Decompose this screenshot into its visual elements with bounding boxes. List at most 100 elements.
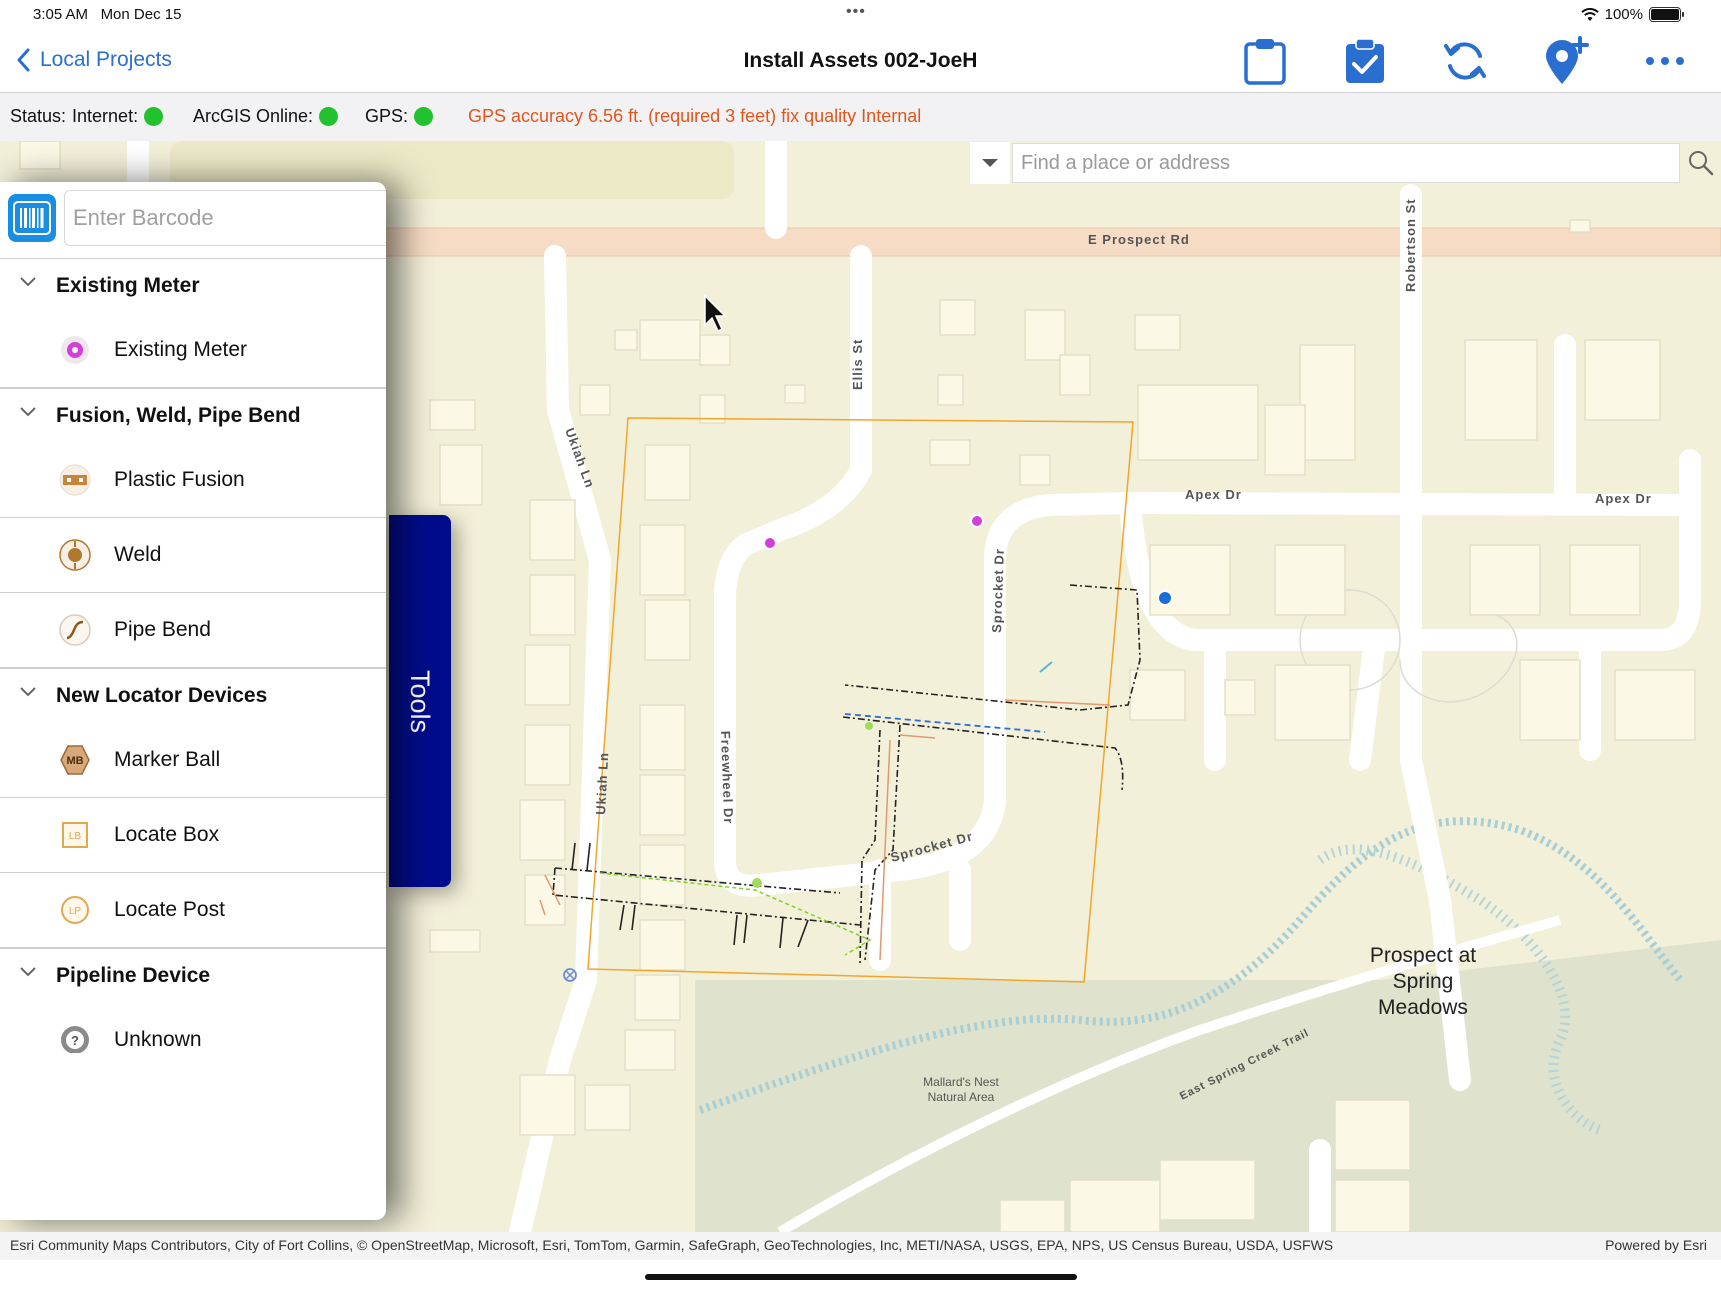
list-item-existing-meter[interactable]: Existing Meter xyxy=(0,313,386,388)
list-item-locate-box[interactable]: LB Locate Box xyxy=(0,798,386,873)
list-item-locate-post[interactable]: LP Locate Post xyxy=(0,873,386,948)
fitting-point[interactable] xyxy=(865,722,873,730)
meter-point[interactable] xyxy=(970,514,984,528)
marker-ball-icon: MB xyxy=(60,745,90,775)
gps-label: GPS: xyxy=(365,106,409,126)
proposed-line xyxy=(844,713,1046,733)
map-attribution: Esri Community Maps Contributors, City o… xyxy=(0,1232,1721,1260)
arcgis-indicator xyxy=(319,107,339,126)
item-label: Pipe Bend xyxy=(114,618,211,641)
section-fusion-weld[interactable]: Fusion, Weld, Pipe Bend xyxy=(0,388,386,444)
locate-post-badge: LP xyxy=(69,906,82,917)
place-label-1: Prospect at xyxy=(1370,944,1476,967)
sync-button[interactable] xyxy=(1438,36,1492,86)
item-label: Plastic Fusion xyxy=(114,468,245,491)
place-label-2: Spring xyxy=(1393,970,1454,993)
tools-label-wrap: Tools xyxy=(389,515,451,887)
tools-tab[interactable]: Tools xyxy=(389,515,451,887)
street-label-robertson: Robertson St xyxy=(1403,198,1418,292)
item-label: Marker Ball xyxy=(114,748,221,771)
barcode-input[interactable] xyxy=(64,190,386,246)
chevron-down-icon xyxy=(20,687,36,697)
tools-label: Tools xyxy=(405,669,436,733)
clipboard-button[interactable] xyxy=(1238,36,1292,86)
clipboard-icon xyxy=(1244,39,1286,85)
list-item-plastic-fusion[interactable]: Plastic Fusion xyxy=(0,443,386,518)
meter-icon xyxy=(61,336,89,364)
svg-text:?: ? xyxy=(71,1033,79,1048)
time-text: 3:05 AM xyxy=(33,6,89,23)
park-label-1: Mallard's Nest xyxy=(923,1075,999,1089)
section-pipeline-device[interactable]: Pipeline Device xyxy=(0,948,386,1004)
attribution-text: Esri Community Maps Contributors, City o… xyxy=(10,1237,1334,1253)
status-internet: Status: Internet: xyxy=(10,106,164,127)
locate-box-badge: LB xyxy=(69,831,82,842)
locate-post-icon: LP xyxy=(61,896,89,924)
sync-icon xyxy=(1444,42,1486,80)
wifi-icon xyxy=(1580,7,1599,21)
navigation-bar: Local Projects Install Assets 002-JoeH xyxy=(0,30,1721,93)
status-label: Status: xyxy=(10,106,67,126)
gps-location-dot xyxy=(1157,590,1173,606)
locate-box-icon: LB xyxy=(62,822,88,848)
item-label: Locate Post xyxy=(114,898,225,921)
place-label-3: Meadows xyxy=(1378,996,1468,1019)
more-button[interactable] xyxy=(1638,36,1692,86)
battery-icon xyxy=(1649,7,1684,22)
checklist-icon xyxy=(1346,38,1384,83)
search-button[interactable] xyxy=(1680,142,1721,184)
valve-point-mark xyxy=(565,970,575,980)
section-existing-meter[interactable]: Existing Meter xyxy=(0,258,386,314)
status-arcgis: ArcGIS Online: xyxy=(193,106,339,127)
item-label: Weld xyxy=(114,543,162,566)
home-indicator[interactable] xyxy=(645,1274,1077,1280)
section-title: Existing Meter xyxy=(56,274,200,297)
section-new-locator-devices[interactable]: New Locator Devices xyxy=(0,668,386,724)
search-icon xyxy=(1688,151,1713,176)
arcgis-label: ArcGIS Online: xyxy=(193,106,314,126)
barcode-scan-button[interactable] xyxy=(8,194,56,242)
powered-by[interactable]: Powered by Esri xyxy=(1605,1237,1707,1253)
section-title: Fusion, Weld, Pipe Bend xyxy=(56,404,301,427)
search-input[interactable] xyxy=(1012,143,1680,183)
item-label: Unknown xyxy=(114,1028,202,1051)
battery-percent: 100% xyxy=(1604,6,1643,23)
ios-status-bar: 3:05 AM Mon Dec 15 ••• 100% xyxy=(0,0,1721,30)
plastic-fusion-icon xyxy=(59,464,91,496)
street-label-sprocket: Sprocket Dr xyxy=(989,548,1007,633)
street-label-apex: Apex Dr xyxy=(1185,487,1242,502)
asset-panel: Existing Meter Existing Meter Fusion, We… xyxy=(0,182,386,1220)
connection-status-bar: Status: Internet: ArcGIS Online: GPS: GP… xyxy=(0,93,1721,141)
search-scope-dropdown[interactable] xyxy=(970,142,1010,184)
street-label-ukiah-2: Ukiah Ln xyxy=(593,752,611,816)
list-item-marker-ball[interactable]: MB Marker Ball xyxy=(0,723,386,798)
list-item-weld[interactable]: Weld xyxy=(0,518,386,593)
status-right: 100% xyxy=(1580,6,1684,23)
cursor-icon xyxy=(704,294,727,333)
status-gps: GPS: xyxy=(365,106,434,127)
fitting-point[interactable] xyxy=(752,878,762,888)
internet-label: Internet: xyxy=(72,106,139,126)
add-location-icon xyxy=(1546,36,1589,84)
marker-ball-badge: MB xyxy=(66,755,83,767)
chevron-down-icon xyxy=(20,407,36,417)
service-stubs xyxy=(571,842,809,949)
street-label-apex-2: Apex Dr xyxy=(1595,491,1652,506)
tap-point[interactable] xyxy=(1039,661,1053,673)
internet-indicator xyxy=(144,107,164,126)
barcode-icon xyxy=(13,201,51,235)
list-item-unknown[interactable]: ? Unknown xyxy=(0,1003,386,1053)
chevron-down-icon xyxy=(20,967,36,977)
gps-accuracy-message: GPS accuracy 6.56 ft. (required 3 feet) … xyxy=(468,106,922,126)
street-label-prospect: E Prospect Rd xyxy=(1088,232,1190,247)
pipe-bend-icon xyxy=(59,614,91,646)
street-label-ellis: Ellis St xyxy=(850,339,865,390)
multitasking-dots-icon[interactable]: ••• xyxy=(846,3,866,21)
checklist-button[interactable] xyxy=(1338,36,1392,86)
meter-point[interactable] xyxy=(763,536,777,550)
add-location-button[interactable] xyxy=(1538,36,1592,86)
list-item-pipe-bend[interactable]: Pipe Bend xyxy=(0,593,386,668)
chevron-down-icon xyxy=(20,277,36,287)
date-text: Mon Dec 15 xyxy=(100,6,182,23)
gps-indicator xyxy=(414,107,434,126)
